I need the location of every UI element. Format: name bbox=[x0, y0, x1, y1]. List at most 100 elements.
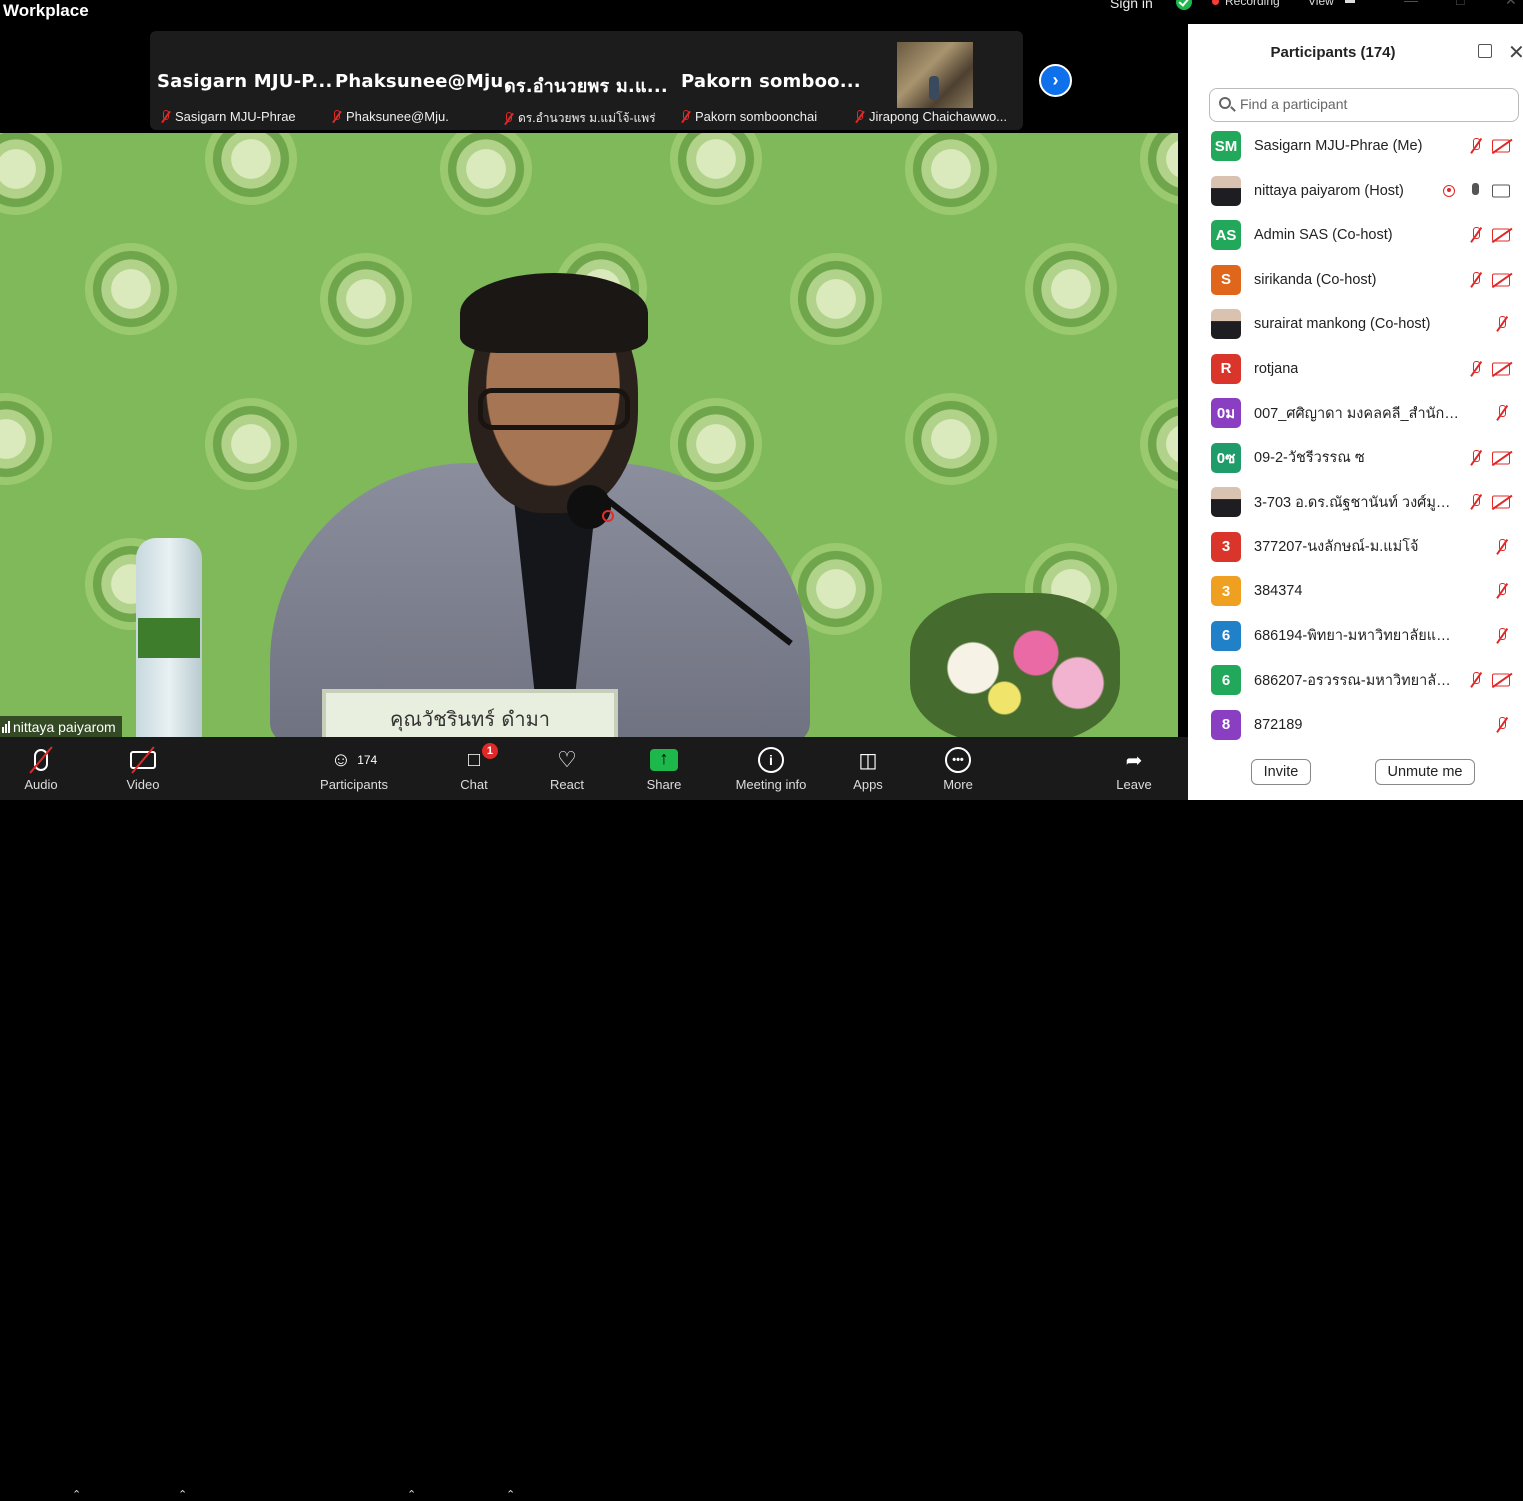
camera-on-icon[interactable] bbox=[1492, 184, 1510, 198]
mic-on-icon[interactable] bbox=[1470, 182, 1480, 199]
leave-door-icon: ➦ bbox=[1125, 749, 1143, 772]
backdrop-logo bbox=[320, 253, 412, 345]
meeting-info-label: Meeting info bbox=[735, 777, 807, 792]
mic-muted-icon[interactable] bbox=[1494, 404, 1510, 422]
participant-row[interactable]: 6 686194-พิทยา-มหาวิทยาลัยแม่โจ้ bbox=[1188, 614, 1523, 659]
audio-options-caret[interactable]: ⌃ bbox=[72, 1488, 81, 1501]
more-label: More bbox=[943, 777, 973, 792]
participant-row[interactable]: 0ซ 09-2-วัชรีวรรณ ซ bbox=[1188, 436, 1523, 481]
mic-muted-icon[interactable] bbox=[1468, 449, 1484, 467]
thumbnail-tile[interactable]: ดร.อำนวยพร ม.แ... ดร.อำนวยพร ม.แม่โจ้-แพ… bbox=[504, 31, 674, 130]
close-window-icon[interactable]: ✕ bbox=[1505, 0, 1517, 9]
more-button[interactable]: ••• More bbox=[936, 737, 980, 800]
view-grid-icon[interactable] bbox=[1345, 0, 1355, 3]
mic-muted-icon[interactable] bbox=[1494, 716, 1510, 734]
avatar bbox=[1211, 175, 1241, 206]
mic-muted-icon[interactable] bbox=[1468, 493, 1484, 511]
minimize-icon[interactable]: — bbox=[1404, 0, 1418, 8]
leave-button[interactable]: ➦ Leave bbox=[1112, 737, 1156, 800]
participant-search-input[interactable] bbox=[1240, 96, 1510, 112]
thumbnail-tile[interactable]: Jirapong Chaichawwo... bbox=[853, 31, 1023, 130]
mic-muted-icon[interactable] bbox=[1468, 360, 1484, 378]
apps-button[interactable]: ◫ Apps bbox=[848, 737, 888, 800]
mic-muted-icon bbox=[159, 109, 171, 124]
mic-muted-icon[interactable] bbox=[1494, 315, 1510, 333]
chat-unread-badge: 1 bbox=[481, 743, 498, 759]
participant-row[interactable]: nittaya paiyarom (Host) bbox=[1188, 169, 1523, 214]
camera-off-icon[interactable] bbox=[1492, 362, 1510, 376]
recording-label[interactable]: Recording bbox=[1225, 0, 1280, 8]
apps-icon: ◫ bbox=[858, 749, 878, 772]
camera-off-icon[interactable] bbox=[1492, 139, 1510, 153]
speaker-glasses bbox=[478, 388, 630, 430]
avatar: SM bbox=[1211, 131, 1241, 162]
mic-muted-icon[interactable] bbox=[1494, 627, 1510, 645]
participant-row[interactable]: 3 384374 bbox=[1188, 569, 1523, 614]
active-speaker-video[interactable]: คุณวัชรินทร์ ดำมา bbox=[0, 133, 1178, 737]
close-panel-icon[interactable]: ✕ bbox=[1508, 40, 1523, 65]
participant-row[interactable]: surairat mankong (Co-host) bbox=[1188, 302, 1523, 347]
chat-button[interactable]: □ 1 Chat bbox=[454, 737, 498, 800]
thumbnail-tile[interactable]: Sasigarn MJU-P... Sasigarn MJU-Phrae bbox=[157, 31, 332, 130]
participant-name: surairat mankong (Co-host) bbox=[1254, 316, 1431, 333]
security-shield-icon[interactable] bbox=[1176, 0, 1192, 10]
video-label: Video bbox=[126, 777, 160, 792]
backdrop-logo bbox=[0, 133, 62, 215]
react-button[interactable]: ♡ React bbox=[545, 737, 589, 800]
camera-off-icon[interactable] bbox=[1492, 451, 1510, 465]
participant-row[interactable]: 8 872189 bbox=[1188, 703, 1523, 748]
maximize-icon[interactable]: □ bbox=[1456, 0, 1464, 8]
participant-row[interactable]: AS Admin SAS (Co-host) bbox=[1188, 213, 1523, 258]
view-menu[interactable]: View bbox=[1308, 0, 1334, 8]
mic-muted-icon[interactable] bbox=[1468, 271, 1484, 289]
mic-muted-icon[interactable] bbox=[1494, 538, 1510, 556]
thumbnail-subname: Sasigarn MJU-Phrae bbox=[159, 109, 296, 124]
participants-icon: ☺ bbox=[330, 748, 352, 771]
next-page-button[interactable]: › bbox=[1039, 64, 1072, 97]
video-button[interactable]: Video bbox=[122, 737, 164, 800]
camera-off-icon[interactable] bbox=[1492, 495, 1510, 509]
camera-off-icon[interactable] bbox=[1492, 673, 1510, 687]
participant-name: Admin SAS (Co-host) bbox=[1254, 227, 1393, 244]
recording-icon[interactable] bbox=[1443, 184, 1455, 197]
avatar: R bbox=[1211, 353, 1241, 384]
unmute-me-button[interactable]: Unmute me bbox=[1375, 759, 1475, 785]
camera-off-icon[interactable] bbox=[1492, 273, 1510, 287]
participant-row[interactable]: 3-703 อ.ดร.ณัฐชานันท์ วงศ์มูลิทธิกร bbox=[1188, 480, 1523, 525]
thumbnail-tile[interactable]: Pakorn somboo... Pakorn somboonchai bbox=[681, 31, 861, 130]
camera-off-icon[interactable] bbox=[1492, 228, 1510, 242]
active-speaker-name: nittaya paiyarom bbox=[13, 718, 116, 735]
participant-row[interactable]: 3 377207-นงลักษณ์-ม.แม่โจ้ bbox=[1188, 525, 1523, 570]
mic-muted-icon[interactable] bbox=[1468, 226, 1484, 244]
participant-search[interactable] bbox=[1209, 88, 1519, 122]
thumbnail-tile[interactable]: Phaksunee@Mju. Phaksunee@Mju. bbox=[334, 31, 510, 130]
backdrop-logo bbox=[1025, 243, 1117, 335]
more-dots-icon: ••• bbox=[945, 747, 971, 773]
sign-in-link[interactable]: Sign in bbox=[1110, 0, 1153, 11]
meeting-info-button[interactable]: i Meeting info bbox=[728, 737, 814, 800]
participant-row[interactable]: 0ม 007_ศศิญาดา มงคลคลี_สำนักงานมหาวิ... bbox=[1188, 391, 1523, 436]
video-options-caret[interactable]: ⌃ bbox=[178, 1488, 187, 1501]
participant-row[interactable]: Rrotjana bbox=[1188, 347, 1523, 392]
share-button[interactable]: Share bbox=[640, 737, 688, 800]
thumbnail-subname-text: Sasigarn MJU-Phrae bbox=[175, 109, 296, 124]
participant-row[interactable]: 6 686207-อรวรรณ-มหาวิทยาลัยแม่โจ้ bbox=[1188, 658, 1523, 703]
invite-button[interactable]: Invite bbox=[1251, 759, 1311, 785]
participant-name: 3-703 อ.ดร.ณัฐชานันท์ วงศ์มูลิทธิกร bbox=[1254, 494, 1459, 511]
popout-icon[interactable] bbox=[1478, 44, 1492, 58]
avatar bbox=[1211, 309, 1241, 340]
participants-button[interactable]: ☺ 174 Participants bbox=[314, 737, 394, 800]
mic-muted-icon[interactable] bbox=[1494, 582, 1510, 600]
backdrop-logo bbox=[905, 133, 997, 215]
participant-row[interactable]: Ssirikanda (Co-host) bbox=[1188, 258, 1523, 303]
microphone-light bbox=[602, 510, 614, 522]
chat-options-caret[interactable]: ⌃ bbox=[506, 1488, 515, 1501]
chevron-right-icon: › bbox=[1052, 70, 1059, 90]
mic-muted-icon[interactable] bbox=[1468, 671, 1484, 689]
participants-options-caret[interactable]: ⌃ bbox=[407, 1488, 416, 1501]
avatar: 6 bbox=[1211, 620, 1241, 651]
participant-row[interactable]: SM Sasigarn MJU-Phrae (Me) bbox=[1188, 124, 1523, 169]
mic-muted-icon[interactable] bbox=[1468, 137, 1484, 155]
avatar: S bbox=[1211, 264, 1241, 295]
audio-button[interactable]: Audio bbox=[20, 737, 62, 800]
